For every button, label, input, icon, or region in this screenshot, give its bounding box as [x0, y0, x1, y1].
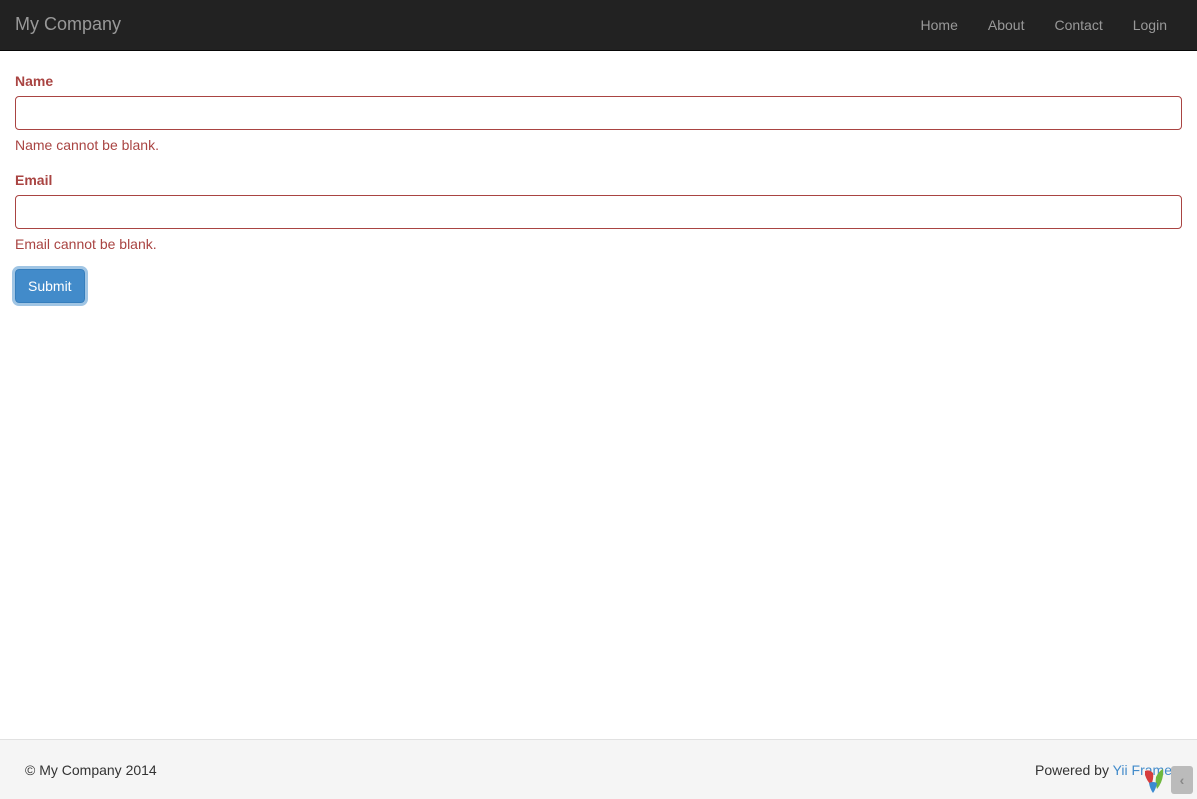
- nav-home[interactable]: Home: [906, 0, 973, 50]
- debug-toolbar: ‹: [1139, 765, 1193, 795]
- nav-contact[interactable]: Contact: [1039, 0, 1117, 50]
- footer: © My Company 2014 Powered by Yii Frame: [0, 739, 1197, 799]
- powered-by-text: Powered by: [1035, 762, 1113, 778]
- top-navbar: My Company Home About Contact Login: [0, 0, 1197, 51]
- form-group-email: Email Email cannot be blank.: [15, 170, 1182, 254]
- email-label: Email: [15, 170, 52, 190]
- form-group-name: Name Name cannot be blank.: [15, 71, 1182, 155]
- name-input[interactable]: [15, 96, 1182, 130]
- footer-copyright: © My Company 2014: [15, 760, 157, 780]
- nav-about[interactable]: About: [973, 0, 1040, 50]
- name-error: Name cannot be blank.: [15, 135, 1182, 155]
- form-group-submit: Submit: [15, 269, 1182, 303]
- main-content: Name Name cannot be blank. Email Email c…: [0, 51, 1197, 338]
- debug-toggle-button[interactable]: ‹: [1171, 766, 1193, 794]
- entry-form: Name Name cannot be blank. Email Email c…: [15, 71, 1182, 303]
- email-error: Email cannot be blank.: [15, 234, 1182, 254]
- submit-button[interactable]: Submit: [15, 269, 85, 303]
- nav-login[interactable]: Login: [1118, 0, 1182, 50]
- name-label: Name: [15, 71, 53, 91]
- yii-logo-icon[interactable]: [1139, 765, 1169, 795]
- nav-list: Home About Contact Login: [906, 0, 1182, 50]
- brand-link[interactable]: My Company: [15, 0, 136, 53]
- email-input[interactable]: [15, 195, 1182, 229]
